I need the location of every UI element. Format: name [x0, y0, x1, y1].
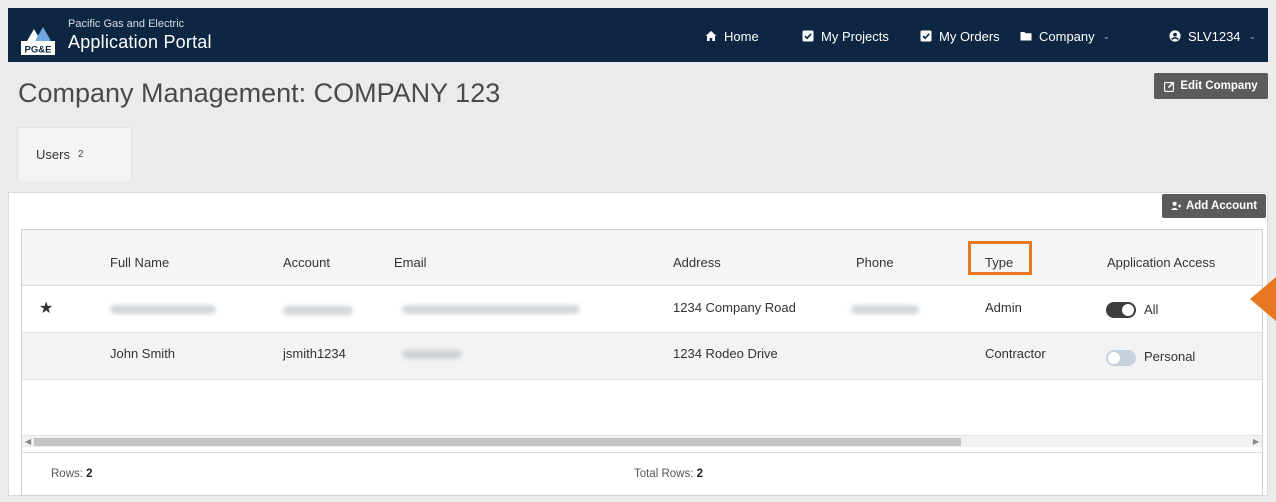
column-header-application-access[interactable]: Application Access — [1107, 255, 1215, 270]
nav-home-label: Home — [724, 28, 759, 44]
brand-title[interactable]: Application Portal — [68, 32, 212, 53]
add-account-button[interactable]: Add Account — [1162, 194, 1266, 218]
users-table: Full Name Account Email Address Phone Ty… — [21, 229, 1263, 496]
home-icon — [705, 31, 717, 41]
full-name-cell: John Smith — [110, 346, 176, 361]
svg-text:PG&E: PG&E — [25, 45, 52, 56]
toggle-knob — [1108, 352, 1120, 364]
scrollbar-thumb[interactable] — [34, 438, 961, 446]
pge-logo[interactable]: PG&E — [21, 25, 55, 55]
edit-company-label: Edit Company — [1180, 80, 1258, 92]
table-header: Full Name Account Email Address Phone Ty… — [22, 230, 1262, 286]
table-row[interactable]: John Smith jsmith1234 1234 Rodeo Drive C… — [22, 333, 1262, 380]
checkbox-icon — [802, 30, 814, 42]
column-header-email[interactable]: Email — [394, 255, 427, 270]
scroll-left-icon[interactable]: ◀ — [25, 437, 31, 446]
redacted-email — [402, 350, 462, 359]
nav-company-label: Company — [1039, 28, 1095, 44]
nav-user-label: SLV1234 — [1188, 28, 1241, 44]
horizontal-scrollbar[interactable]: ◀ ▶ — [22, 435, 1262, 447]
rows-count: Rows: 2 — [51, 468, 93, 480]
access-label: Personal — [1144, 349, 1196, 364]
toggle-knob — [1122, 304, 1134, 316]
redacted-account — [283, 306, 353, 315]
column-header-account[interactable]: Account — [283, 255, 330, 270]
chevron-down-icon: ⌄ — [1248, 30, 1257, 41]
nav-user-dropdown[interactable]: SLV1234 ⌄ — [1169, 27, 1256, 45]
access-toggle[interactable] — [1106, 302, 1136, 318]
tab-users-label: Users — [36, 147, 70, 162]
star-icon: ★ — [39, 300, 54, 317]
edit-icon — [1164, 81, 1175, 92]
top-nav-bar: PG&E Pacific Gas and Electric Applicatio… — [8, 8, 1268, 62]
total-rows-value: 2 — [696, 468, 704, 480]
nav-my-projects-label: My Projects — [821, 28, 889, 44]
add-user-icon — [1170, 201, 1182, 210]
column-header-full-name[interactable]: Full Name — [110, 255, 169, 270]
checkbox-icon — [920, 30, 932, 42]
column-header-phone[interactable]: Phone — [856, 255, 894, 270]
total-rows-count: Total Rows: 2 — [634, 468, 703, 480]
nav-home[interactable]: Home — [705, 27, 759, 45]
type-cell: Contractor — [985, 346, 1046, 361]
nav-my-orders[interactable]: My Orders — [920, 27, 1000, 45]
user-circle-icon — [1169, 30, 1181, 42]
callout-arrow — [1250, 277, 1276, 321]
redacted-phone — [851, 305, 919, 314]
type-cell: Admin — [985, 300, 1022, 315]
folder-icon — [1020, 32, 1032, 41]
redacted-email — [402, 305, 580, 314]
total-rows-label: Total Rows: — [634, 468, 694, 480]
edit-company-button[interactable]: Edit Company — [1154, 73, 1268, 99]
table-row[interactable]: ★ 1234 Company Road Admin All — [22, 286, 1262, 333]
tab-users[interactable]: Users 2 — [17, 127, 132, 181]
account-cell: jsmith1234 — [283, 346, 346, 361]
rows-count-value: 2 — [86, 468, 93, 480]
chevron-down-icon: ⌄ — [1102, 30, 1111, 41]
scroll-right-icon[interactable]: ▶ — [1253, 437, 1259, 446]
column-header-address[interactable]: Address — [673, 255, 721, 270]
brand-subtitle: Pacific Gas and Electric — [68, 18, 185, 30]
access-toggle[interactable] — [1106, 350, 1136, 366]
nav-company-dropdown[interactable]: Company ⌄ — [1020, 27, 1110, 45]
access-label: All — [1144, 302, 1159, 317]
redacted-full-name — [110, 305, 216, 314]
nav-my-orders-label: My Orders — [939, 28, 1000, 44]
table-footer: Rows: 2 Total Rows: 2 — [22, 452, 1262, 495]
address-cell: 1234 Company Road — [673, 300, 796, 315]
add-account-label: Add Account — [1185, 200, 1258, 212]
type-column-highlight — [968, 241, 1032, 275]
address-cell: 1234 Rodeo Drive — [673, 346, 778, 361]
nav-my-projects[interactable]: My Projects — [802, 27, 889, 45]
page-title: Company Management: COMPANY 123 — [18, 78, 501, 108]
rows-count-label: Rows: — [51, 468, 83, 480]
tab-users-count: 2 — [77, 149, 84, 160]
